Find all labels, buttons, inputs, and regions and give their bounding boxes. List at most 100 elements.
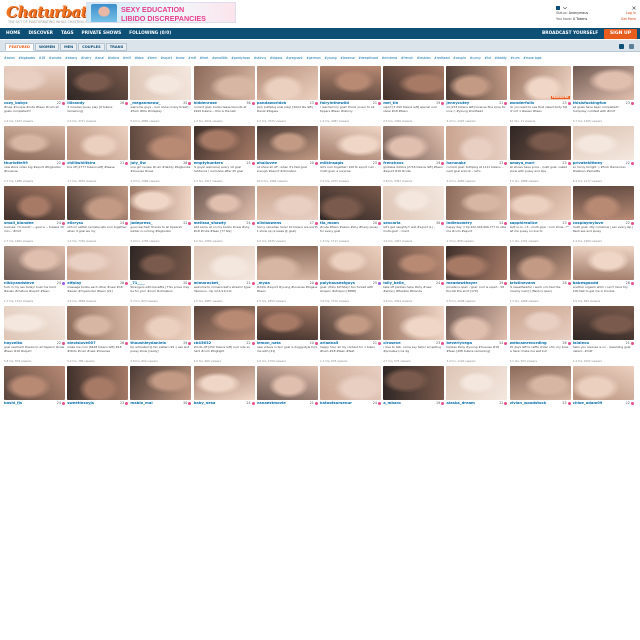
room-card[interactable]: katootsursenur 24 xyxy=(320,366,381,424)
hashtag-link[interactable]: #new xyxy=(176,56,185,61)
room-username[interactable]: cirosexe xyxy=(383,341,427,345)
tab-women[interactable]: WOMEN xyxy=(35,43,60,51)
hashtag-link[interactable]: #ebony xyxy=(65,56,77,61)
room-thumbnail[interactable] xyxy=(572,306,634,340)
room-thumbnail[interactable] xyxy=(383,306,445,340)
room-card[interactable]: fairyinthewild 21 i reached my goal! thank… xyxy=(320,66,381,124)
room-username[interactable]: katootsursenur xyxy=(320,401,364,405)
room-card[interactable]: PROMOTED wonderfulls 23 do you want to see … xyxy=(509,66,571,124)
room-thumbnail[interactable] xyxy=(130,306,192,340)
room-username[interactable]: melissa_shawty xyxy=(194,221,238,225)
hashtag-link[interactable]: #squirt xyxy=(160,56,171,61)
room-card[interactable]: baby_nesa 24 xyxy=(193,366,255,424)
room-card[interactable]: ahalluvee 20 oil show all off - when it's … xyxy=(256,126,318,184)
room-card[interactable]: beverlyvega 24 topless #shy #young #lovens… xyxy=(446,306,508,364)
room-username[interactable]: bashi_fjs xyxy=(4,401,48,405)
hashtag-link[interactable]: #teen xyxy=(147,56,157,61)
room-card[interactable]: jennycutey 21 oil [233 tokens left] lovens… xyxy=(446,66,508,124)
room-thumbnail[interactable] xyxy=(572,126,634,160)
room-card[interactable]: cb45632 22 shorts off [252 tokens left] cu… xyxy=(193,306,255,364)
room-card[interactable]: sexcarla 30 let's get naughty!! wet #squir… xyxy=(383,186,445,244)
room-thumbnail[interactable] xyxy=(4,246,65,280)
hashtag-link[interactable]: #latina xyxy=(108,56,119,61)
hashtag-link[interactable]: #smalltits xyxy=(212,56,228,61)
get-more-tokens-link[interactable]: Get More xyxy=(621,17,636,23)
room-thumbnail[interactable] xyxy=(320,246,381,280)
room-username[interactable]: indienowery xyxy=(446,221,490,225)
room-username[interactable]: thoushleydaniels xyxy=(130,341,174,345)
room-card[interactable]: kristinevans 28 hi sweethearts! i want u t… xyxy=(509,246,571,304)
room-username[interactable]: small_blondee xyxy=(4,221,48,225)
hashtag-link[interactable]: #asian xyxy=(4,56,15,61)
room-thumbnail[interactable] xyxy=(446,186,508,220)
room-card[interactable]: babesgoodd 26 another orgasm ahhh i can't … xyxy=(572,246,634,304)
room-username[interactable]: _meganmeow_ xyxy=(130,101,174,105)
room-card[interactable]: vivian_woodstock 25 xyxy=(509,366,571,424)
room-card[interactable]: lemon_nata 20 new videos in bio! goal is d… xyxy=(256,306,318,364)
room-thumbnail[interactable] xyxy=(383,186,445,220)
room-card[interactable]: melissa_shawty 24 add some oil on my boobs… xyxy=(193,186,255,244)
room-card[interactable]: a_mbaro 19 xyxy=(383,366,445,424)
room-thumbnail[interactable]: PROMOTED xyxy=(509,66,571,100)
room-card[interactable]: polyhousesfguys 25 goal: 2ha's birthday! t… xyxy=(320,246,381,304)
room-card[interactable]: frenchxxx 19 goddess dildore [2718 tokens … xyxy=(383,126,445,184)
room-thumbnail[interactable] xyxy=(193,246,255,280)
room-card[interactable]: hiddenrose 36 current goal: boobs tease bi… xyxy=(193,66,255,124)
room-card[interactable]: cosplaymylove 22 multi goal: 18y cumshow |… xyxy=(572,186,634,244)
room-thumbnail[interactable] xyxy=(256,366,318,400)
hashtag-link[interactable]: #feet xyxy=(200,56,209,61)
room-thumbnail[interactable] xyxy=(446,126,508,160)
room-thumbnail[interactable] xyxy=(446,306,508,340)
room-username[interactable]: elfplay xyxy=(67,281,111,285)
room-username[interactable]: oliviaowens xyxy=(257,221,301,225)
room-thumbnail[interactable] xyxy=(383,126,445,160)
hashtag-link[interactable]: #pantyhose xyxy=(231,56,250,61)
hashtag-link[interactable]: #lovense xyxy=(340,56,355,61)
room-username[interactable]: kristinevans xyxy=(510,281,554,285)
room-card[interactable]: webcamrecording 26 25 days left to raffle … xyxy=(509,306,571,364)
room-thumbnail[interactable] xyxy=(383,366,445,400)
room-card[interactable]: small_blondee 24 lovense: i'm back!! -- go… xyxy=(4,186,65,244)
room-thumbnail[interactable] xyxy=(67,126,129,160)
dropdown-chevron-icon[interactable] xyxy=(562,6,568,10)
room-username[interactable]: mimarocket_ xyxy=(194,281,238,285)
room-thumbnail[interactable] xyxy=(256,306,318,340)
room-thumbnail[interactable] xyxy=(130,366,192,400)
room-card[interactable]: harunakz 23 current goal: buttplug at 1111… xyxy=(446,126,508,184)
hashtag-link[interactable]: #deepthroat xyxy=(358,56,378,61)
room-thumbnail[interactable] xyxy=(256,66,318,100)
room-username[interactable]: wonderfulls xyxy=(510,101,554,105)
room-card[interactable]: alaska_dream 22 xyxy=(446,366,508,424)
ad-banner[interactable]: SEXY EDUCATION LIBIDO DISCREPANCIES xyxy=(86,2,236,23)
room-card[interactable]: nikkyandsteve 24 fuck in my ass today! buz… xyxy=(4,246,65,304)
hashtag-link[interactable]: #couple xyxy=(453,56,466,61)
hashtag-link[interactable]: #mistress xyxy=(382,56,398,61)
hashtag-link[interactable]: #pregnant xyxy=(286,56,303,61)
room-username[interactable]: ariadna5 xyxy=(320,341,364,345)
room-username[interactable]: fairyinthewild xyxy=(320,101,364,105)
room-card[interactable]: amaya_mori 23 all shows have price - multi… xyxy=(509,126,571,184)
room-card[interactable]: chloe_adam09 22 xyxy=(572,366,634,424)
room-username[interactable]: cozy_babyx xyxy=(4,101,48,105)
hashtag-link[interactable]: #anal xyxy=(95,56,104,61)
hashtag-link[interactable]: #bbw xyxy=(135,56,144,61)
room-username[interactable]: mel_tin xyxy=(383,101,427,105)
room-card[interactable]: elfplay 26 massage boobs each other #new #… xyxy=(67,246,129,304)
room-thumbnail[interactable] xyxy=(256,186,318,220)
room-card[interactable]: mablo_mai 20 xyxy=(130,366,192,424)
room-card[interactable]: pandaworldcb 23 pink buttplug anal play! [… xyxy=(256,66,318,124)
nav-tags[interactable]: TAGS xyxy=(57,31,78,36)
hashtag-link[interactable]: #bigass xyxy=(270,56,283,61)
room-username[interactable]: babesgoodd xyxy=(573,281,617,285)
nav-private-shows[interactable]: PRIVATE SHOWS xyxy=(78,31,126,36)
room-thumbnail[interactable] xyxy=(4,366,65,400)
room-thumbnail[interactable] xyxy=(446,246,508,280)
hashtag-link[interactable]: #milf xyxy=(123,56,131,61)
room-card[interactable]: _myaa 20 #dildo #squirt #young #lovense #b… xyxy=(256,246,318,304)
room-username[interactable]: thisisfuckingfun xyxy=(573,101,617,105)
hashtag-link[interactable]: #daddy xyxy=(495,56,507,61)
room-card[interactable]: emptyhunters 25 hi guys! welcome) every 10… xyxy=(193,126,255,184)
hashtag-link[interactable]: #18 xyxy=(39,56,46,61)
room-username[interactable]: mablo_mai xyxy=(130,401,174,405)
room-username[interactable]: hiddenrose xyxy=(194,101,238,105)
